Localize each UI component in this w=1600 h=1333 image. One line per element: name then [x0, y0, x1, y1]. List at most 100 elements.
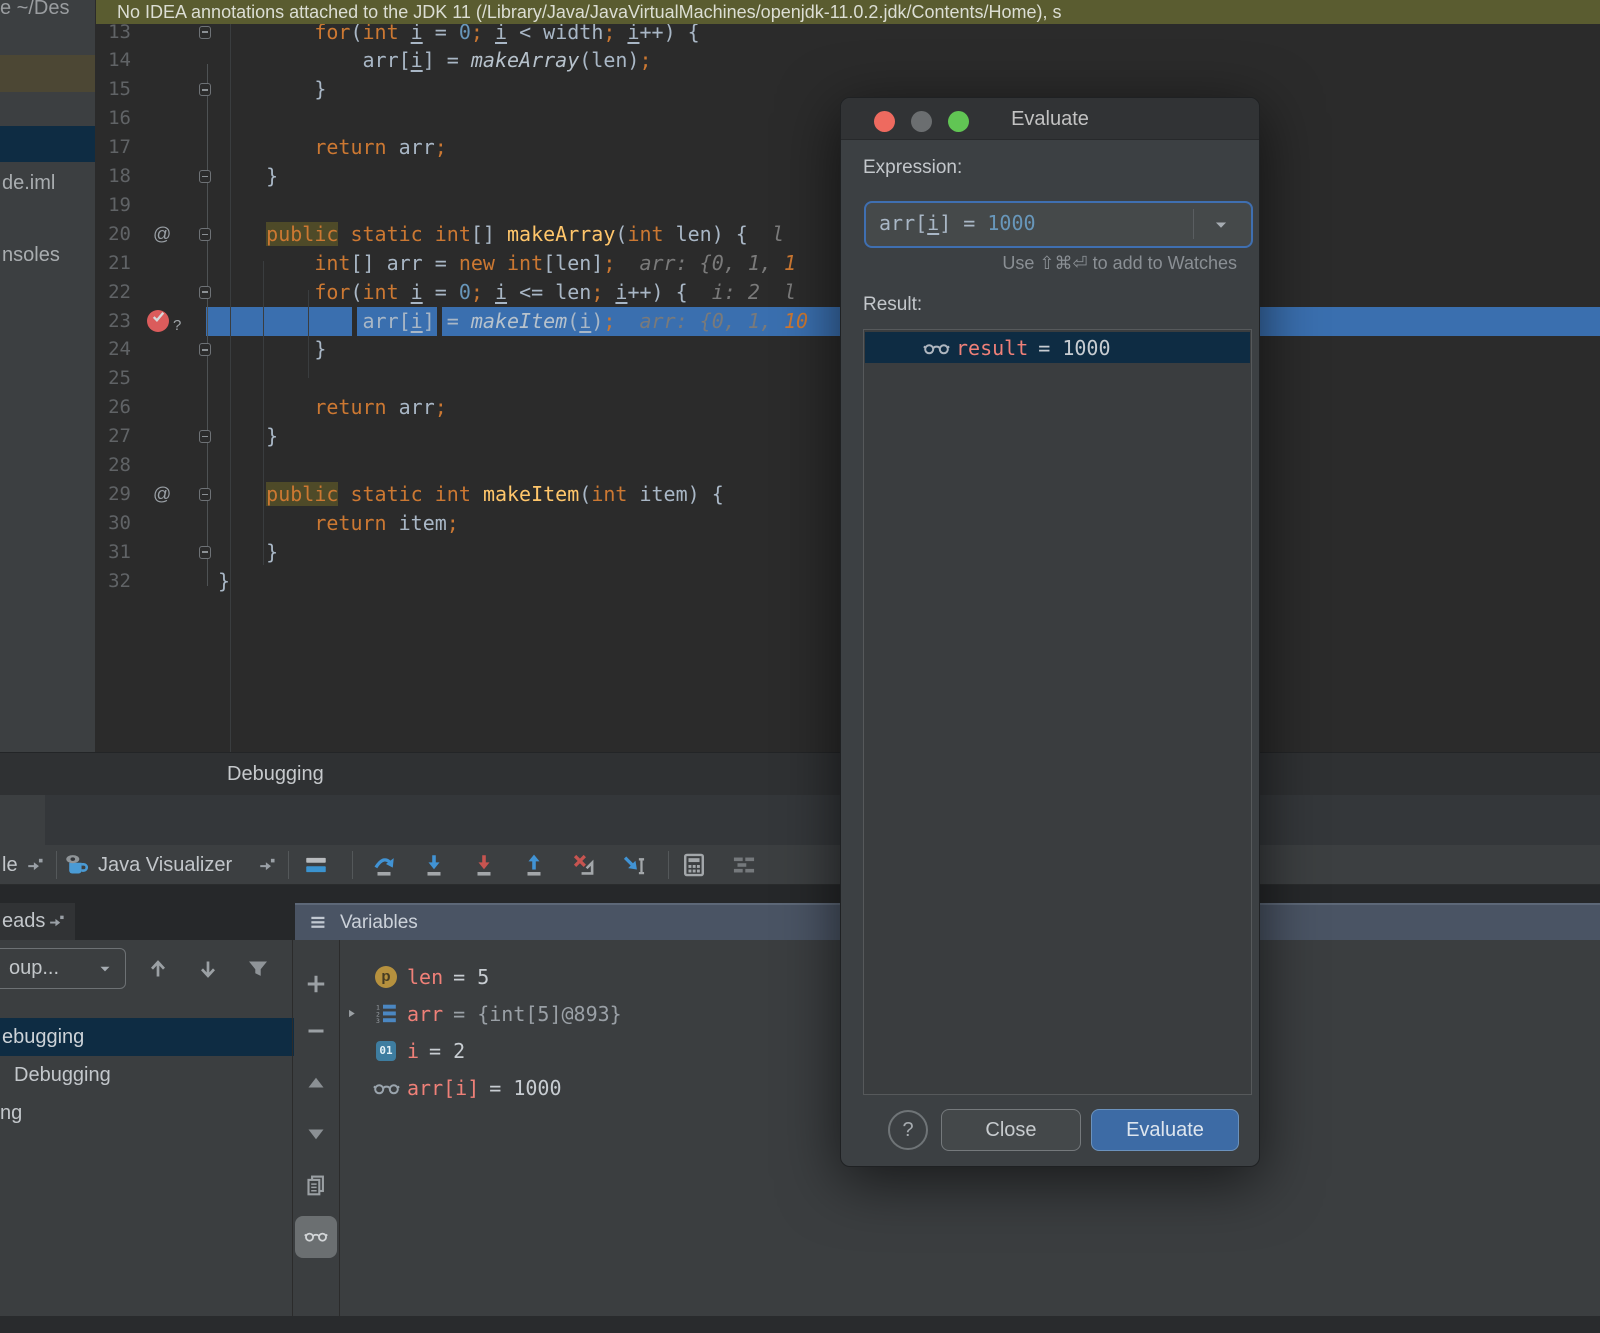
- frames-panel: oup... ebuggingDebuggingng: [0, 940, 292, 1333]
- line-number: 19: [95, 191, 131, 220]
- step-over-icon[interactable]: [371, 852, 397, 878]
- sidebar-selected-item[interactable]: [0, 126, 95, 162]
- fold-marker[interactable]: [199, 430, 211, 443]
- run-to-cursor-icon[interactable]: [621, 852, 647, 878]
- debug-session-label: Debugging: [227, 753, 324, 795]
- watch-icon: [371, 1080, 401, 1096]
- code-line[interactable]: public static int makeItem(int item) {: [218, 480, 724, 509]
- chevron-down-icon: [97, 961, 113, 977]
- close-button[interactable]: Close: [941, 1109, 1081, 1151]
- variable-name: i: [407, 1039, 419, 1063]
- move-down-icon[interactable]: [196, 957, 220, 981]
- code-line[interactable]: }: [218, 422, 278, 451]
- fold-marker[interactable]: [199, 170, 211, 183]
- intention-lightbulb-icon[interactable]: [847, 183, 877, 213]
- code-line[interactable]: int[] arr = new int[len]; arr: {0, 1, 1: [218, 249, 796, 278]
- toolbar-separator: [352, 851, 353, 879]
- line-number: 31: [95, 538, 131, 567]
- line-number: 25: [95, 364, 131, 393]
- variable-value: = 5: [453, 965, 489, 989]
- external-window-icon: [258, 856, 276, 874]
- code-line[interactable]: return item;: [218, 509, 459, 538]
- step-into-icon[interactable]: [421, 852, 447, 878]
- fold-marker[interactable]: [199, 83, 211, 96]
- jdk-annotations-banner: No IDEA annotations attached to the JDK …: [95, 0, 1600, 24]
- watch-icon[interactable]: [304, 1224, 328, 1248]
- expand-arrow-icon[interactable]: [343, 1007, 360, 1020]
- fold-marker[interactable]: [199, 26, 211, 39]
- project-root-label: e ~/Des: [0, 0, 95, 23]
- fold-marker[interactable]: [199, 228, 211, 241]
- result-name: result: [956, 336, 1028, 360]
- step-out-icon[interactable]: [521, 852, 547, 878]
- code-line[interactable]: }: [218, 335, 326, 364]
- code-line[interactable]: }: [218, 75, 326, 104]
- frame-row[interactable]: ng: [0, 1094, 292, 1132]
- result-label: Result:: [863, 294, 922, 316]
- evaluate-expression-icon[interactable]: [681, 852, 707, 878]
- line-number: 27: [95, 422, 131, 451]
- code-line[interactable]: return arr;: [218, 393, 447, 422]
- breakpoint-question-label: ?: [173, 317, 181, 334]
- sidebar-item-consoles[interactable]: nsoles: [2, 240, 95, 270]
- code-line[interactable]: arr[i] = makeArray(len);: [218, 46, 652, 75]
- copy-icon[interactable]: [304, 1173, 328, 1197]
- thread-group-dropdown[interactable]: oup...: [0, 948, 126, 989]
- result-row-selected[interactable]: result = 1000: [865, 332, 1250, 363]
- drop-frame-icon[interactable]: [571, 852, 597, 878]
- code-line[interactable]: public static int[] makeArray(int len) {…: [218, 220, 784, 249]
- line-number: 16: [95, 104, 131, 133]
- add-icon[interactable]: [304, 972, 328, 996]
- variable-name: arr[i]: [407, 1076, 479, 1100]
- scroll-down-icon[interactable]: [304, 1122, 328, 1146]
- code-line[interactable]: }: [218, 538, 278, 567]
- expression-input[interactable]: arr[i] = 1000: [864, 201, 1253, 248]
- dialog-titlebar[interactable]: Evaluate: [841, 98, 1259, 140]
- filter-icon[interactable]: [246, 957, 270, 981]
- move-up-icon[interactable]: [146, 957, 170, 981]
- frame-row[interactable]: Debugging: [0, 1056, 306, 1094]
- variables-title: Variables: [340, 905, 418, 940]
- code-line[interactable]: }: [218, 567, 230, 596]
- line-number: 32: [95, 567, 131, 596]
- code-line[interactable]: for(int i = 0; i < width; i++) {: [218, 24, 700, 46]
- java-visualizer-mug-icon: [64, 852, 90, 878]
- close-icon: [13, 810, 33, 830]
- chevron-down-icon[interactable]: [1212, 216, 1230, 234]
- code-line[interactable]: for(int i = 0; i <= len; i++) { i: 2 l: [218, 278, 796, 307]
- force-step-into-icon[interactable]: [471, 852, 497, 878]
- fold-marker[interactable]: [199, 546, 211, 559]
- array-icon: 123: [371, 1004, 401, 1024]
- show-execution-point-icon[interactable]: [303, 852, 329, 878]
- line-number: 26: [95, 393, 131, 422]
- debug-tab-strip: [0, 795, 1600, 845]
- code-line[interactable]: arr[i] = makeItem(i); arr: {0, 1, 10: [218, 307, 808, 336]
- frame-row[interactable]: ebugging: [0, 1018, 294, 1056]
- fold-marker[interactable]: [199, 286, 211, 299]
- evaluate-button[interactable]: Evaluate: [1091, 1109, 1239, 1151]
- line-number: 24: [95, 335, 131, 364]
- scroll-up-icon[interactable]: [304, 1071, 328, 1095]
- code-line[interactable]: return arr;: [218, 133, 447, 162]
- result-list[interactable]: result = 1000: [863, 329, 1252, 1095]
- expand-editor-icon[interactable]: [1160, 213, 1181, 234]
- code-line[interactable]: }: [218, 162, 278, 191]
- tab-console[interactable]: le: [2, 845, 18, 885]
- line-number: 22: [95, 278, 131, 307]
- fold-marker[interactable]: [199, 488, 211, 501]
- int-badge: 01: [371, 1041, 401, 1061]
- debug-session-band: Debugging: [0, 752, 1600, 795]
- toolbar-separator: [56, 851, 57, 879]
- ide-window: No IDEA annotations attached to the JDK …: [0, 0, 1600, 1333]
- help-button[interactable]: ?: [888, 1110, 928, 1150]
- remove-icon[interactable]: [304, 1019, 328, 1043]
- restore-layout-icon[interactable]: [731, 852, 757, 878]
- fold-marker[interactable]: [199, 343, 211, 356]
- sidebar-highlight-olive[interactable]: [0, 55, 95, 92]
- close-tab-button[interactable]: [0, 795, 45, 845]
- tab-java-visualizer[interactable]: Java Visualizer: [98, 845, 232, 885]
- sidebar-item-iml[interactable]: de.iml: [2, 168, 95, 198]
- tab-threads[interactable]: eads: [0, 903, 75, 940]
- expression-value: arr[i] = 1000: [879, 203, 1036, 244]
- breakpoint-icon[interactable]: [147, 310, 169, 332]
